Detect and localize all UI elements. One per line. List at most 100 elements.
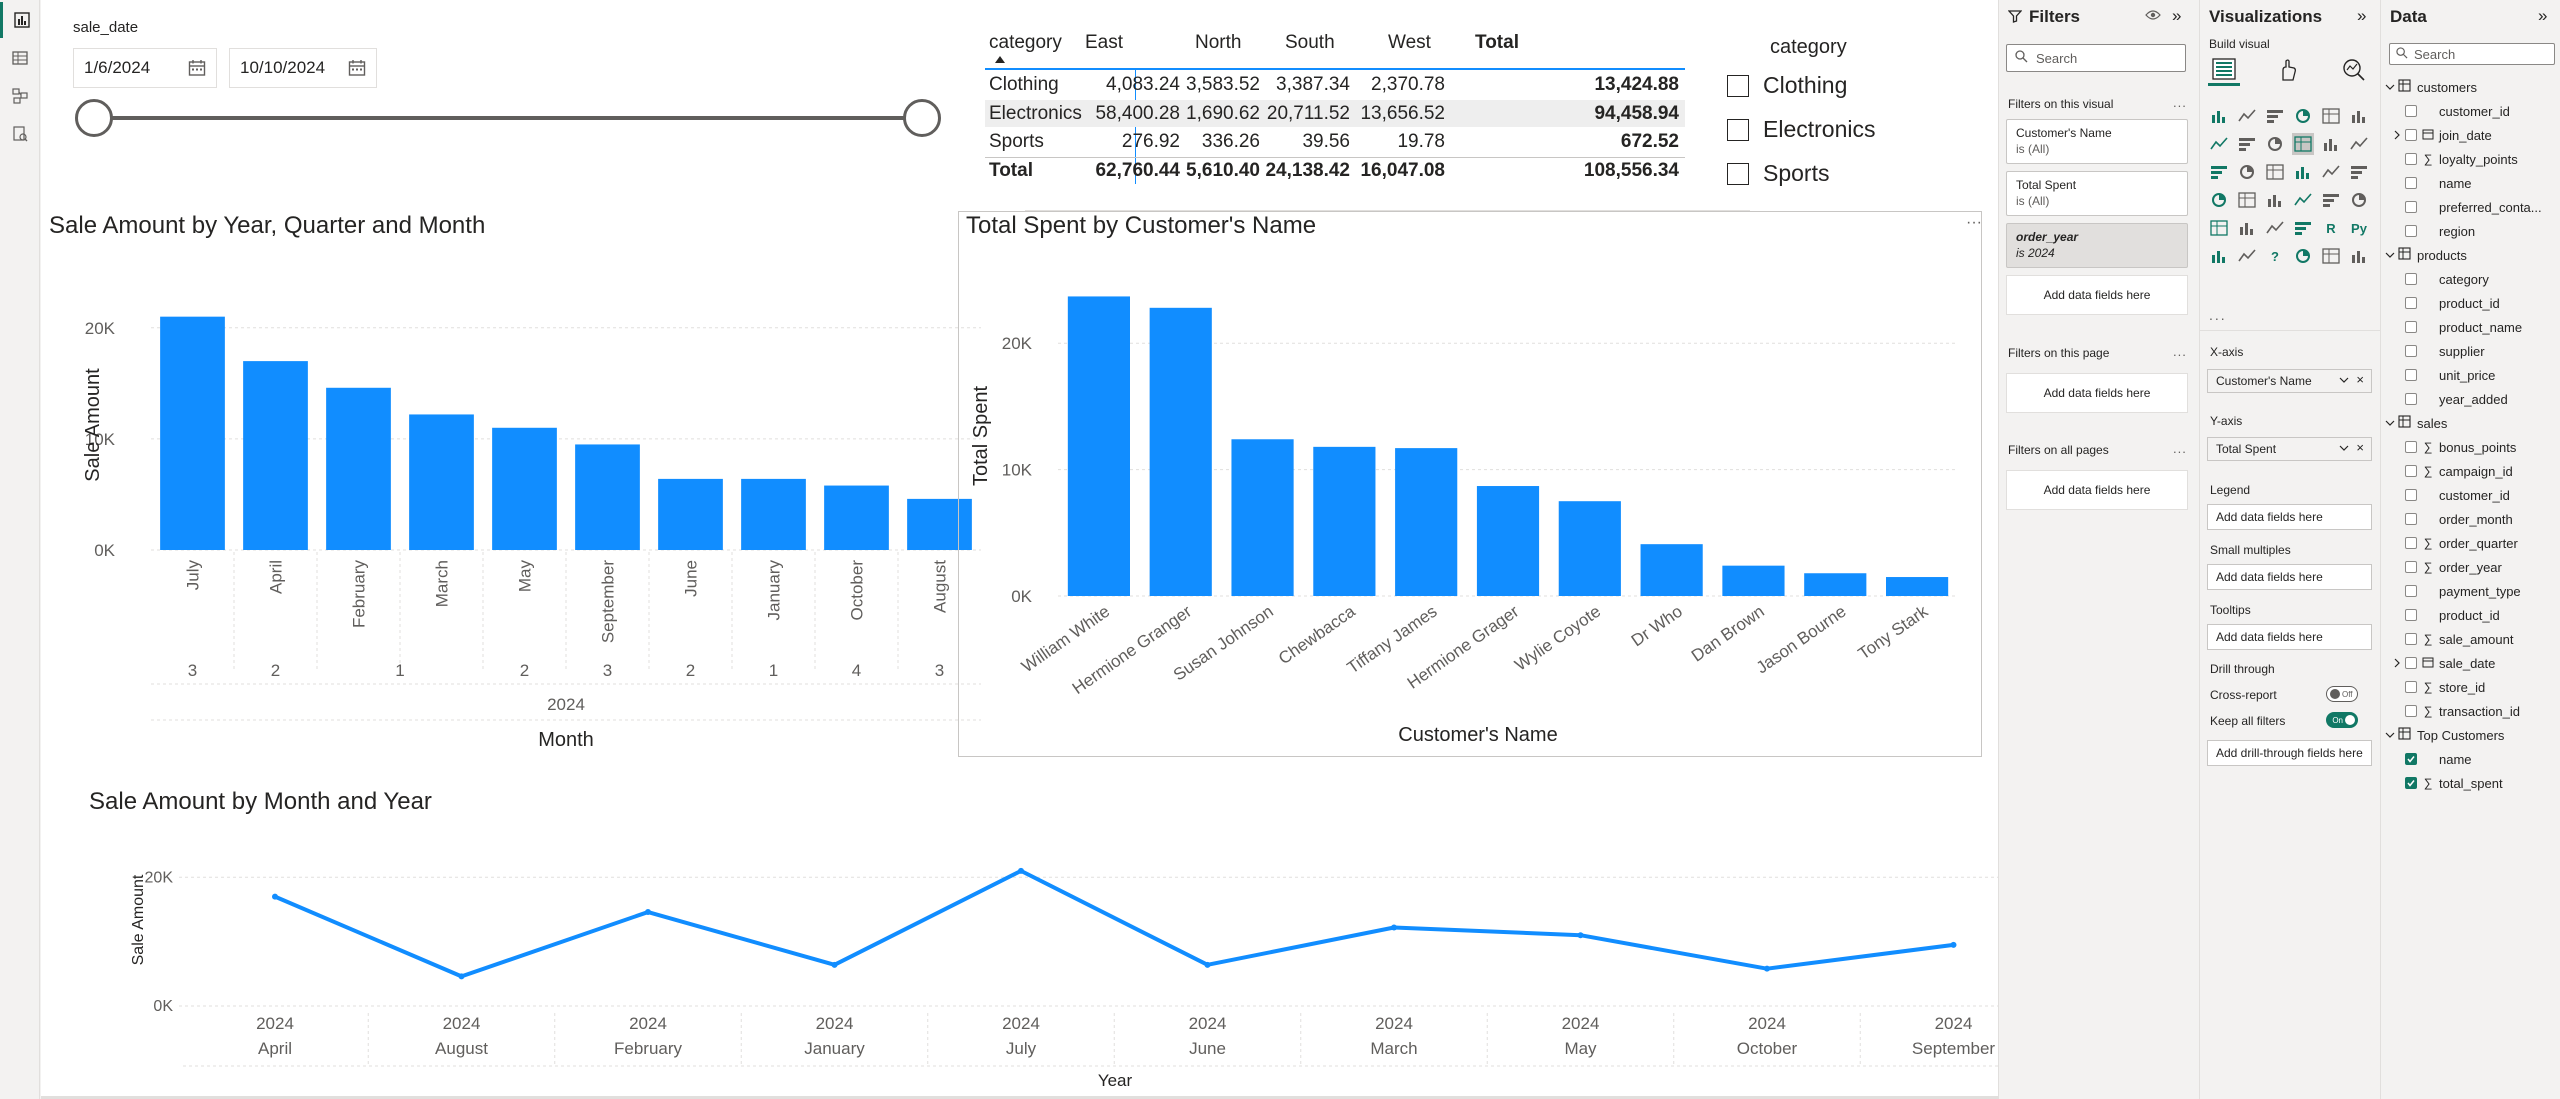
matrix-row-electronics[interactable]: Electronics: [989, 103, 1082, 125]
field-checkbox[interactable]: [2405, 513, 2417, 525]
100-bar-visual-icon[interactable]: [2320, 105, 2342, 127]
collapse-pane-icon[interactable]: »: [2172, 6, 2181, 26]
legend-field-well[interactable]: Add data fields here: [2207, 504, 2372, 530]
field-node[interactable]: ∑ sale_amount: [2393, 627, 2513, 651]
field-checkbox[interactable]: [2405, 177, 2417, 189]
model-view-icon[interactable]: [0, 78, 40, 114]
field-node[interactable]: region: [2393, 219, 2475, 243]
matrix-header-east[interactable]: East: [1085, 32, 1123, 54]
add-all-pages-filter-field[interactable]: Add data fields here: [2006, 470, 2188, 510]
field-node[interactable]: product_id: [2393, 603, 2500, 627]
bar[interactable]: [658, 478, 723, 550]
pie-visual-icon[interactable]: [2264, 161, 2286, 183]
bar[interactable]: [492, 427, 557, 550]
field-checkbox[interactable]: [2405, 369, 2417, 381]
field-checkbox[interactable]: [2405, 345, 2417, 357]
field-node[interactable]: ∑ store_id: [2393, 675, 2485, 699]
field-node[interactable]: preferred_conta...: [2393, 195, 2542, 219]
data-point[interactable]: [1018, 867, 1024, 874]
clustered-column-visual-icon[interactable]: [2292, 105, 2314, 127]
bar[interactable]: [326, 387, 391, 550]
area-visual-icon[interactable]: [2236, 133, 2258, 155]
field-checkbox[interactable]: [2405, 657, 2417, 669]
sale-amount-by-month-chart[interactable]: 0K10K20KJuly April February March May Septemb…: [49, 250, 989, 750]
table-view-icon[interactable]: [0, 40, 40, 76]
stacked-area-visual-icon[interactable]: [2264, 133, 2286, 155]
field-node[interactable]: payment_type: [2393, 579, 2521, 603]
calendar-icon[interactable]: [348, 59, 366, 82]
matrix-header-west[interactable]: West: [1388, 32, 1431, 54]
line-visual-icon[interactable]: [2208, 133, 2230, 155]
table-node[interactable]: customers: [2385, 75, 2477, 99]
table-node[interactable]: sales: [2385, 411, 2447, 435]
more-options-icon[interactable]: ...: [2173, 441, 2187, 456]
decomposition-tree-visual-icon[interactable]: [2236, 245, 2258, 267]
donut-visual-icon[interactable]: [2292, 161, 2314, 183]
python-visual-visual-icon[interactable]: Py: [2348, 217, 2370, 239]
matrix-header-total[interactable]: Total: [1475, 32, 1519, 54]
bar[interactable]: [1313, 446, 1376, 596]
field-checkbox[interactable]: [2405, 753, 2417, 765]
field-node[interactable]: order_month: [2393, 507, 2513, 531]
collapse-pane-icon[interactable]: »: [2538, 6, 2547, 26]
field-checkbox[interactable]: [2405, 633, 2417, 645]
r-visual-visual-icon[interactable]: R: [2320, 217, 2342, 239]
more-visuals-icon[interactable]: ...: [2209, 307, 2227, 323]
field-node[interactable]: year_added: [2393, 387, 2508, 411]
matrix-visual-icon[interactable]: [2292, 217, 2314, 239]
bar[interactable]: [575, 444, 640, 550]
field-node[interactable]: ∑ loyalty_points: [2393, 147, 2518, 171]
more-options-icon[interactable]: ...: [2173, 344, 2187, 359]
bar[interactable]: [1886, 577, 1949, 596]
card-visual-icon[interactable]: [2320, 189, 2342, 211]
gauge-visual-icon[interactable]: [2292, 189, 2314, 211]
collapse-pane-icon[interactable]: »: [2357, 6, 2366, 26]
table-node[interactable]: Top Customers: [2385, 723, 2504, 747]
azure-map-visual-icon[interactable]: [2236, 189, 2258, 211]
keep-all-filters-toggle[interactable]: On: [2326, 712, 2358, 728]
cross-report-toggle[interactable]: Off: [2326, 686, 2358, 702]
field-node[interactable]: ∑ campaign_id: [2393, 459, 2513, 483]
chevron-down-icon[interactable]: [2385, 728, 2395, 743]
close-icon[interactable]: ×: [2356, 440, 2364, 455]
total-spent-by-customer-chart[interactable]: 0K10K20KWilliam WhiteHermione GrangerSus…: [966, 250, 1976, 754]
data-point[interactable]: [458, 973, 465, 980]
field-node[interactable]: name: [2393, 747, 2472, 771]
date-slider-end-handle[interactable]: [903, 99, 941, 137]
data-point[interactable]: [1950, 941, 1957, 948]
field-checkbox[interactable]: [2405, 321, 2417, 333]
bar[interactable]: [1804, 573, 1867, 596]
waterfall-visual-icon[interactable]: [2348, 133, 2370, 155]
field-node[interactable]: supplier: [2393, 339, 2485, 363]
key-influencers-visual-icon[interactable]: [2208, 245, 2230, 267]
field-checkbox[interactable]: [2405, 777, 2417, 789]
matrix-row-clothing[interactable]: Clothing: [989, 74, 1059, 96]
filter-card-total-spent[interactable]: Total Spent is (All): [2006, 171, 2188, 216]
stacked-bar-visual-icon[interactable]: [2208, 105, 2230, 127]
bar[interactable]: [1231, 439, 1294, 596]
format-visual-tab-icon[interactable]: [2276, 58, 2300, 87]
eye-icon[interactable]: [2145, 8, 2161, 26]
field-checkbox[interactable]: [2405, 585, 2417, 597]
chevron-down-icon[interactable]: [2339, 442, 2349, 456]
field-checkbox[interactable]: [2405, 609, 2417, 621]
checkbox[interactable]: [1727, 118, 1749, 141]
field-node[interactable]: customer_id: [2393, 483, 2510, 507]
filter-card-customer-name[interactable]: Customer's Name is (All): [2006, 119, 2188, 164]
100-column-visual-icon[interactable]: [2348, 105, 2370, 127]
data-point[interactable]: [1391, 924, 1397, 931]
data-point[interactable]: [645, 909, 651, 916]
data-point[interactable]: [1577, 932, 1584, 939]
chevron-down-icon[interactable]: [2385, 248, 2395, 263]
field-checkbox[interactable]: [2405, 393, 2417, 405]
analytics-tab-icon[interactable]: [2342, 58, 2366, 87]
chevron-down-icon[interactable]: [2339, 374, 2349, 388]
chevron-down-icon[interactable]: [2385, 416, 2395, 431]
matrix-header-category[interactable]: category: [989, 32, 1062, 54]
field-checkbox[interactable]: [2405, 441, 2417, 453]
field-checkbox[interactable]: [2405, 681, 2417, 693]
field-node[interactable]: ∑ total_spent: [2393, 771, 2503, 795]
filled-map-visual-icon[interactable]: [2208, 189, 2230, 211]
filter-card-order-year[interactable]: order_year is 2024: [2006, 223, 2188, 268]
bar[interactable]: [1722, 565, 1785, 596]
